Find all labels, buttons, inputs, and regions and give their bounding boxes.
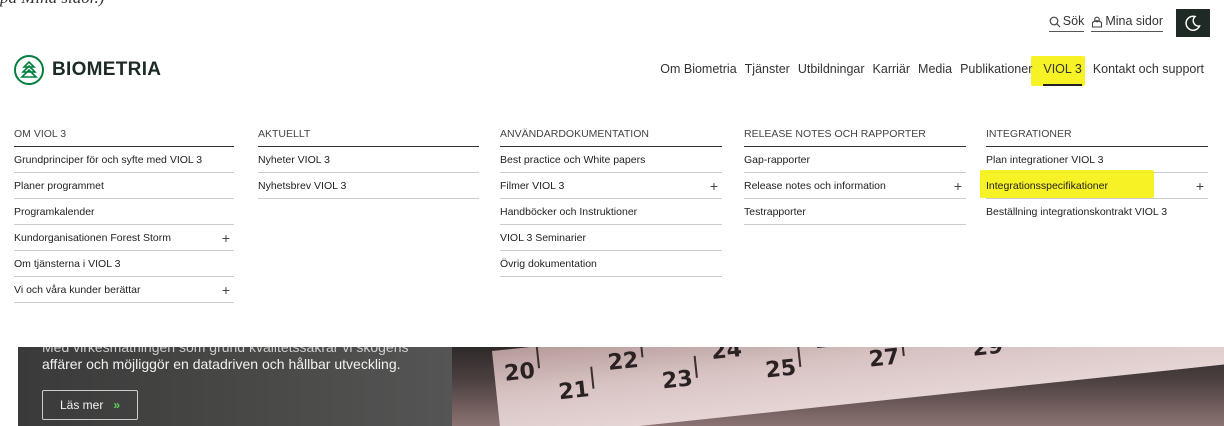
hero-image-measuring-tape: 2021222324252627282930313233 [452,347,1224,426]
expand-icon[interactable]: + [222,277,234,302]
brand-name: BIOMETRIA [52,59,162,80]
tape-tick [693,355,698,378]
menu-column-om-viol3: OM VIOL 3 Grundprinciper för och syfte m… [14,100,234,303]
tape-number: 26 [813,347,846,354]
menu-item[interactable]: Programkalender [14,199,234,225]
column-heading: ANVÄNDARDOKUMENTATION [500,100,722,147]
search-icon [1049,16,1061,27]
nav-publikationer[interactable]: Publikationer [960,60,1032,78]
hero-section: Med virkesmätningen som grund kvalitetss… [0,339,1224,426]
double-chevron-icon: » [113,398,121,412]
menu-item[interactable]: Nyhetsbrev VIOL 3 [258,173,479,199]
menu-column-aktuellt: AKTUELLT Nyheter VIOL 3 Nyhetsbrev VIOL … [258,100,479,199]
menu-item[interactable]: Kundorganisationen Forest Storm + [14,225,234,251]
tape-number: 27 [867,347,901,373]
nav-karriar[interactable]: Karriär [873,60,911,78]
menu-item[interactable]: Nyheter VIOL 3 [258,147,479,173]
read-more-button[interactable]: Läs mer » [42,390,138,420]
nav-tjanster[interactable]: Tjänster [745,60,790,78]
expand-icon[interactable]: + [954,173,966,198]
search-label: Sök [1062,14,1085,28]
tape-tick [900,347,905,357]
page-top-text: på Mina sidor.) [0,0,104,8]
read-more-label: Läs mer [59,398,104,412]
measuring-tape: 2021222324252627282930313233 [492,347,1224,426]
tape-number: 21 [557,377,591,406]
menu-item[interactable]: Om tjänsterna i VIOL 3 [14,251,234,277]
account-link[interactable]: Mina sidor [1091,14,1163,32]
column-heading: RELEASE NOTES OCH RAPPORTER [744,100,966,147]
menu-item[interactable]: VIOL 3 Seminarier [500,225,722,251]
main-nav: Om Biometria Tjänster Utbildningar Karri… [652,60,1204,86]
tape-number: 22 [606,347,640,376]
tape-tick [535,347,541,369]
menu-item[interactable]: Testrapporter [744,199,966,225]
menu-item[interactable]: Övrig dokumentation [500,251,722,277]
menu-item[interactable]: Integrationsspecifikationer + [980,170,1208,199]
search-link[interactable]: Sök [1048,14,1085,32]
menu-column-integrationer: INTEGRATIONER Plan integrationer VIOL 3 … [980,100,1208,225]
expand-icon[interactable] [230,199,234,224]
account-label: Mina sidor [1105,14,1163,28]
expand-icon[interactable] [230,147,234,172]
menu-item[interactable]: Planer programmet [14,173,234,199]
tape-number: 20 [503,358,537,387]
nav-media[interactable]: Media [918,60,952,78]
column-heading: AKTUELLT [258,100,479,147]
nav-om-biometria[interactable]: Om Biometria [660,60,736,78]
menu-column-anvandardokumentation: ANVÄNDARDOKUMENTATION Best practice och … [500,100,722,277]
menu-item[interactable]: Vi och våra kunder berättar + [14,277,234,303]
tape-number: 23 [660,366,694,395]
column-heading: INTEGRATIONER [986,100,1208,147]
tape-tick [590,366,595,389]
nav-kontakt[interactable]: Kontakt och support [1093,60,1204,78]
hero-text: affärer och möjliggör en datadriven och … [42,356,401,372]
mega-menu: OM VIOL 3 Grundprinciper för och syfte m… [0,100,1224,347]
theme-toggle-button[interactable] [1176,9,1210,37]
brand-logo[interactable]: BIOMETRIA [14,55,161,85]
tape-number: 31 [1075,347,1108,351]
tape-tick [797,347,802,367]
menu-item[interactable]: Best practice och White papers [500,147,722,173]
utility-bar: Sök Mina sidor [1048,9,1210,37]
menu-item[interactable]: Filmer VIOL 3 + [500,173,722,199]
tree-icon [14,55,44,85]
menu-column-release-notes: RELEASE NOTES OCH RAPPORTER Gap-rapporte… [744,100,966,225]
menu-item[interactable]: Handböcker och Instruktioner [500,199,722,225]
menu-item[interactable]: Release notes och information + [744,173,966,199]
expand-icon[interactable]: + [222,225,234,250]
tape-number: 24 [710,347,744,366]
expand-icon[interactable]: + [1196,173,1208,198]
expand-icon[interactable] [230,251,234,276]
hero-panel: Med virkesmätningen som grund kvalitetss… [18,339,452,426]
user-icon [1092,16,1103,28]
tape-number: 29 [971,347,1005,362]
menu-item[interactable]: Grundprinciper för och syfte med VIOL 3 [14,147,234,173]
menu-item[interactable]: Beställning integrationskontrakt VIOL 3 [986,199,1208,225]
column-heading: OM VIOL 3 [14,100,234,147]
expand-icon[interactable]: + [710,173,722,198]
tape-number: 25 [764,355,798,384]
menu-item[interactable]: Gap-rapporter [744,147,966,173]
nav-viol3[interactable]: VIOL 3 [1040,60,1084,86]
nav-utbildningar[interactable]: Utbildningar [798,60,865,78]
tape-tick [639,347,644,358]
moon-icon [1185,15,1201,31]
expand-icon[interactable] [230,173,234,198]
